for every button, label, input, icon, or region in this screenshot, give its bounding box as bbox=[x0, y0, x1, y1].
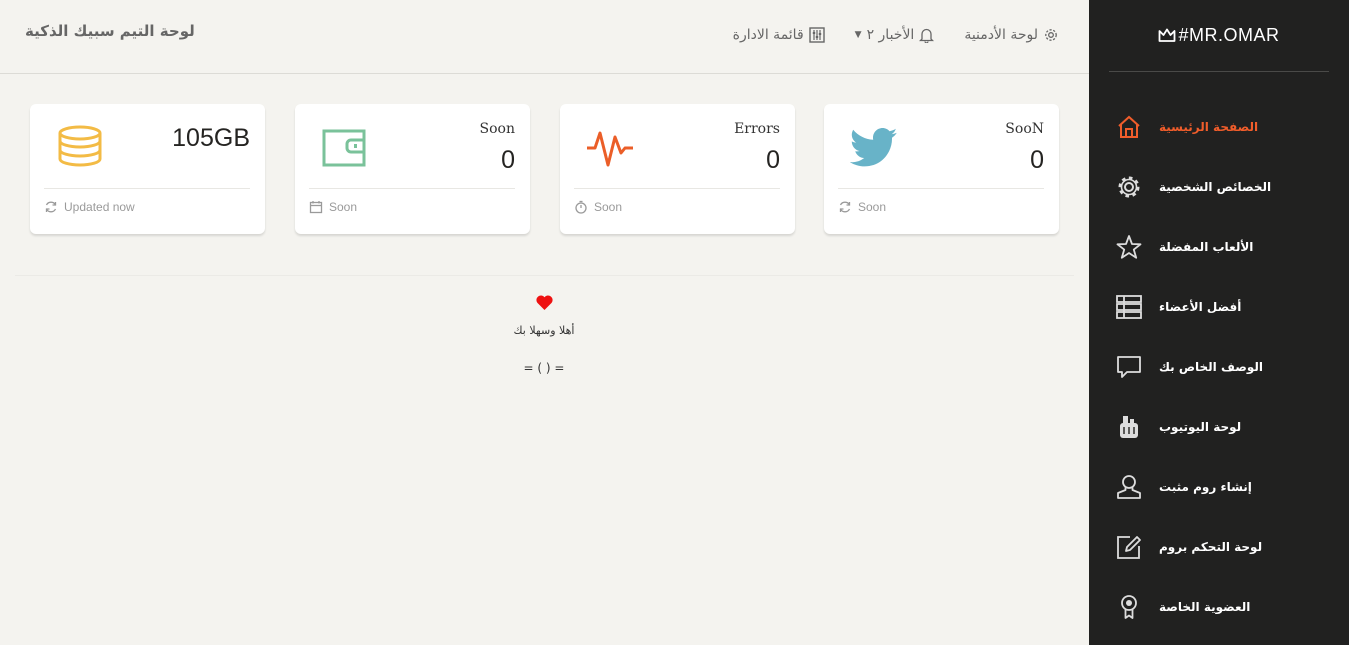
sidebar-item-favorite-games[interactable]: الألعاب المفضلة bbox=[1089, 217, 1349, 277]
sidebar-item-room-control[interactable]: لوحة التحكم بروم bbox=[1089, 517, 1349, 577]
top-navbar: لوحة التيم سبيك الذكية قائمة الادارة ▼ ا… bbox=[0, 0, 1089, 74]
refresh-icon bbox=[45, 201, 57, 213]
card-divider bbox=[838, 188, 1044, 189]
sidebar-item-label: لوحة اليوتيوب bbox=[1159, 420, 1242, 434]
user-icon bbox=[1115, 473, 1143, 501]
brand-text: #MR.OMAR bbox=[1178, 25, 1280, 45]
star-icon bbox=[1115, 233, 1143, 261]
top-links: قائمة الادارة ▼ الأخبار ٢ لوحة الأدمنية bbox=[733, 27, 1059, 43]
gear-icon bbox=[1115, 173, 1143, 201]
sidebar-item-description[interactable]: الوصف الخاص بك bbox=[1089, 337, 1349, 397]
calendar-icon bbox=[309, 201, 323, 214]
admin-menu-label: قائمة الادارة bbox=[732, 27, 804, 43]
card-value: 0 bbox=[1030, 146, 1044, 174]
news-label: الأخبار ٢ bbox=[866, 27, 915, 43]
content-divider bbox=[15, 275, 1074, 276]
sidebar-item-label: الخصائص الشخصية bbox=[1159, 180, 1272, 194]
sidebar-item-label: أفضل الأعضاء bbox=[1159, 300, 1242, 314]
admin-menu-link[interactable]: قائمة الادارة bbox=[733, 27, 825, 43]
welcome-message: أهلا وسهلا بك bbox=[513, 324, 575, 337]
wallet-icon bbox=[319, 124, 371, 172]
card-category: SooN bbox=[1005, 121, 1044, 137]
card-divider bbox=[44, 188, 250, 189]
sidebar-item-label: الصفحة الرئيسية bbox=[1159, 120, 1259, 134]
pulse-icon bbox=[584, 124, 636, 172]
gear-icon bbox=[1045, 29, 1057, 41]
stopwatch-icon bbox=[575, 200, 587, 214]
list-icon bbox=[1115, 293, 1143, 321]
sidebar-item-top-members[interactable]: أفضل الأعضاء bbox=[1089, 277, 1349, 337]
card-footer-text: Soon bbox=[329, 200, 358, 214]
card-footer: Updated now bbox=[44, 200, 135, 214]
caret-down-icon: ▼ bbox=[854, 30, 862, 40]
sidebar-item-home[interactable]: الصفحة الرئيسية bbox=[1073, 97, 1349, 157]
database-icon bbox=[54, 124, 106, 172]
sidebar-item-label: إنشاء روم مثبت bbox=[1159, 480, 1252, 494]
sidebar-item-youtube-panel[interactable]: لوحة اليوتيوب bbox=[1089, 397, 1349, 457]
card-category: Errors bbox=[734, 121, 780, 137]
bell-icon bbox=[919, 28, 935, 43]
edit-icon bbox=[1115, 533, 1143, 561]
refresh-icon bbox=[839, 201, 851, 213]
storage-value: 105GB bbox=[172, 124, 250, 152]
card-footer: Soon bbox=[309, 200, 357, 214]
chat-icon bbox=[1115, 353, 1143, 381]
brand-logo[interactable]: #MR.OMAR bbox=[1109, 0, 1329, 72]
sidebar: #MR.OMAR الصفحة الرئيسية الخصائص الشخصية… bbox=[1073, 0, 1349, 645]
card-footer: Soon bbox=[574, 200, 622, 214]
active-indicator bbox=[1073, 112, 1089, 142]
twitter-card: SooN 0 Soon bbox=[824, 104, 1059, 234]
sidebar-nav: الصفحة الرئيسية الخصائص الشخصية الألعاب … bbox=[1073, 97, 1349, 637]
card-divider bbox=[309, 188, 515, 189]
admin-panel-label: لوحة الأدمنية bbox=[964, 27, 1038, 43]
sidebar-item-special-membership[interactable]: العضوية الخاصة bbox=[1089, 577, 1349, 637]
sidebar-item-label: الألعاب المفضلة bbox=[1159, 240, 1254, 254]
robot-icon bbox=[1115, 413, 1143, 441]
welcome-section: أهلا وسهلا بك = ( ) = bbox=[444, 295, 644, 375]
sidebar-item-label: الوصف الخاص بك bbox=[1159, 360, 1263, 374]
card-value: 0 bbox=[501, 146, 515, 174]
errors-card: Errors 0 Soon bbox=[560, 104, 795, 234]
sidebar-item-personal-settings[interactable]: الخصائص الشخصية bbox=[1089, 157, 1349, 217]
page-title: لوحة التيم سبيك الذكية bbox=[25, 22, 195, 40]
admin-panel-link[interactable]: لوحة الأدمنية bbox=[964, 27, 1059, 43]
card-footer: Soon bbox=[838, 200, 886, 214]
crown-icon bbox=[1159, 28, 1176, 42]
home-icon bbox=[1115, 113, 1143, 141]
storage-card: 105GB Updated now bbox=[30, 104, 265, 234]
wallet-card: Soon 0 Soon bbox=[295, 104, 530, 234]
sidebar-item-label: العضوية الخاصة bbox=[1159, 600, 1251, 614]
card-divider bbox=[574, 188, 780, 189]
card-footer-text: Soon bbox=[858, 200, 887, 214]
card-footer-text: Updated now bbox=[64, 200, 135, 214]
card-footer-text: Soon bbox=[594, 200, 623, 214]
heart-icon bbox=[535, 295, 553, 310]
twitter-icon bbox=[848, 124, 900, 172]
emoticon-text: = ( ) = bbox=[523, 361, 565, 375]
card-value: 0 bbox=[766, 146, 780, 174]
sidebar-item-create-room[interactable]: إنشاء روم مثبت bbox=[1089, 457, 1349, 517]
sidebar-item-label: لوحة التحكم بروم bbox=[1159, 540, 1263, 554]
news-dropdown[interactable]: ▼ الأخبار ٢ bbox=[855, 27, 935, 43]
sliders-icon bbox=[808, 27, 825, 43]
badge-icon bbox=[1115, 593, 1143, 621]
card-category: Soon bbox=[479, 121, 515, 137]
